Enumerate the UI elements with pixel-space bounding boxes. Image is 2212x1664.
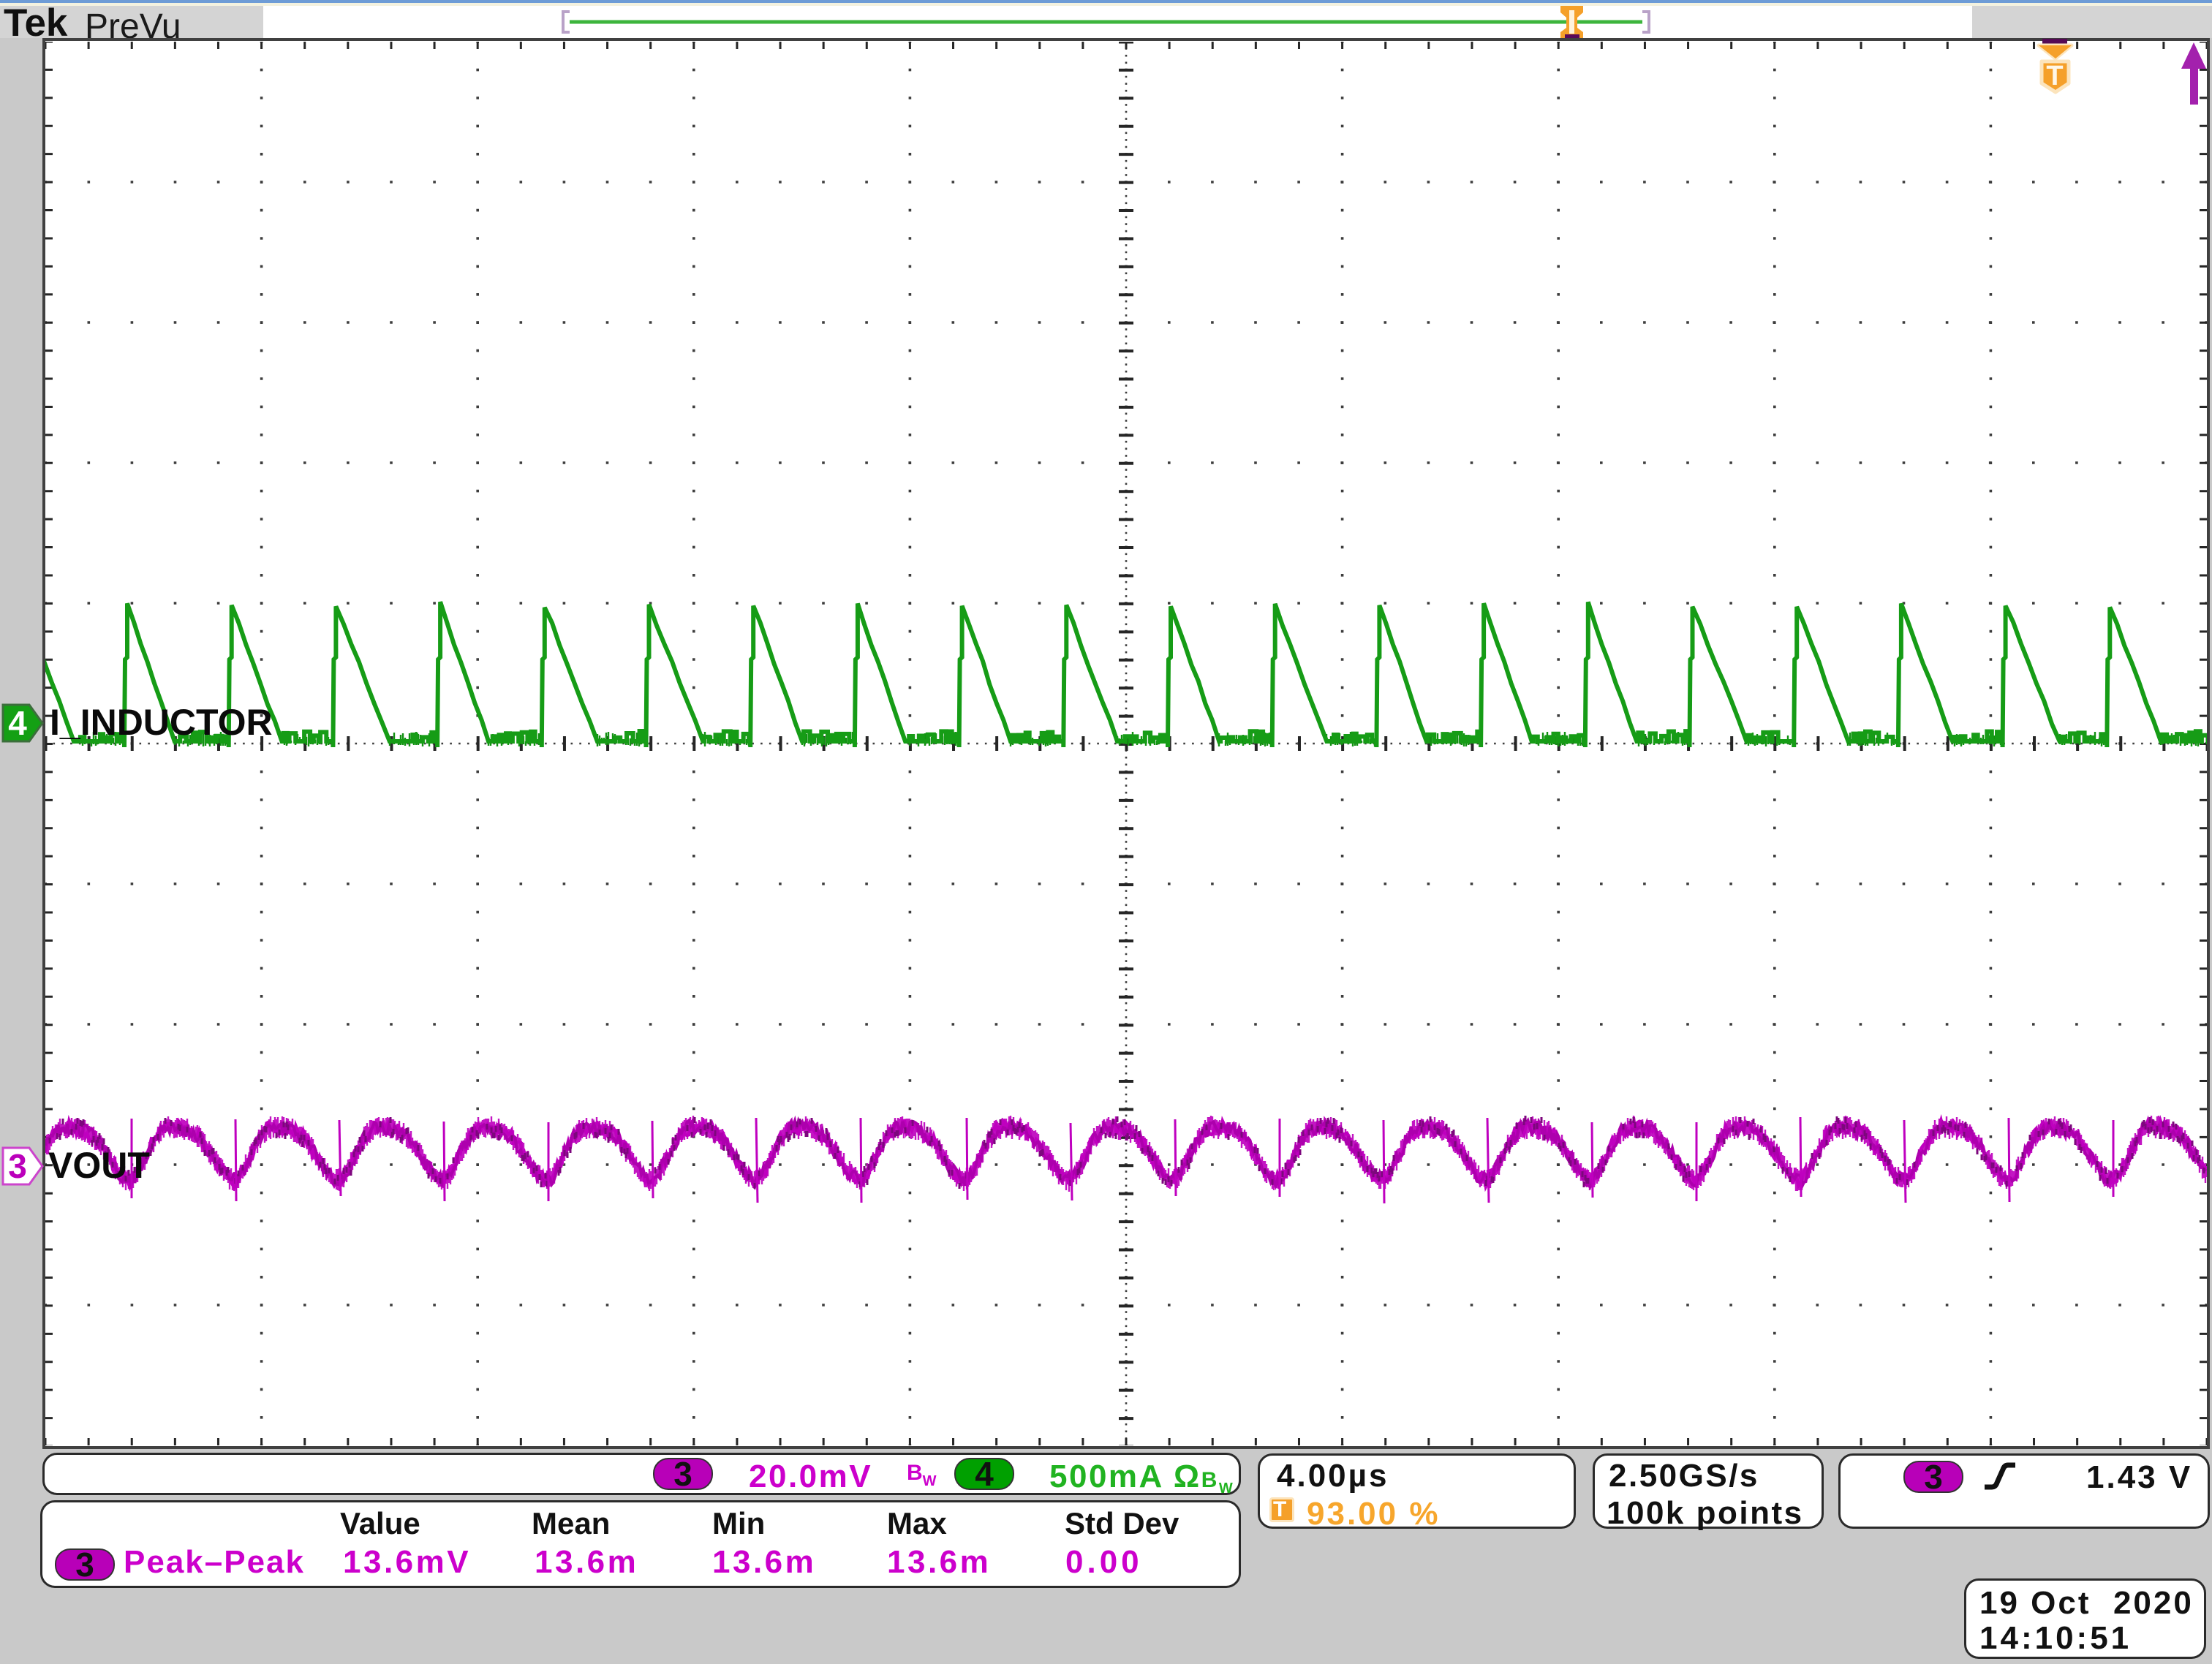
svg-text:3: 3 <box>75 1546 94 1584</box>
svg-text:3: 3 <box>8 1147 27 1185</box>
svg-text:4: 4 <box>975 1455 994 1493</box>
svg-text:I_INDUCTOR: I_INDUCTOR <box>50 702 273 743</box>
svg-text:VOUT: VOUT <box>48 1145 150 1186</box>
svg-text:T: T <box>2046 61 2063 91</box>
svg-text:3: 3 <box>673 1455 692 1493</box>
svg-text:3: 3 <box>1924 1458 1943 1496</box>
svg-text:4: 4 <box>8 704 27 742</box>
